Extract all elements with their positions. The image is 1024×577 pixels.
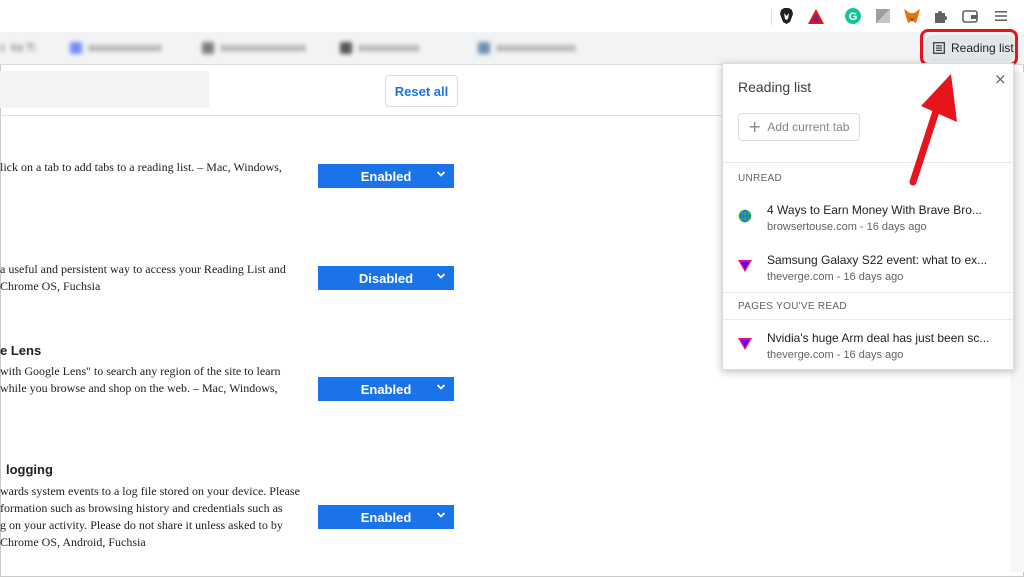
flag-description: wards system events to a log file stored…: [0, 483, 300, 551]
chevron-down-icon: [436, 384, 446, 390]
flag-title: e Lens: [0, 343, 42, 358]
flag-select-value: Enabled: [360, 168, 412, 184]
bookmarks-bar: c ka Ti aaaaaaaaaaaa aaaaaaaaaaaaaa aaaaa…: [0, 32, 1024, 65]
flag-select-value: Enabled: [360, 509, 412, 525]
flag-select[interactable]: Enabled: [318, 505, 454, 529]
flag-description-line: with Google Lens" to search any region o…: [0, 364, 281, 378]
svg-text:G: G: [849, 11, 858, 23]
flag-select-value: Disabled: [358, 270, 414, 286]
reading-list-item[interactable]: Samsung Galaxy S22 event: what to ex... …: [723, 247, 1013, 291]
flag-description-line: wards system events to a log file stored…: [0, 484, 300, 498]
flag-select-value: Enabled: [360, 381, 412, 397]
bookmark-item[interactable]: aaaaaaaaaa: [340, 42, 419, 54]
metamask-fox-icon[interactable]: [904, 8, 920, 24]
panel-divider: [723, 292, 1013, 293]
add-current-tab-label: Add current tab: [767, 120, 850, 134]
annotation-arrow-icon: [909, 74, 957, 186]
flag-description-line: while you browse and shop on the web. – …: [0, 381, 278, 395]
read-heading: PAGES YOU'VE READ: [738, 301, 847, 312]
flag-title: logging: [6, 462, 53, 477]
flag-description: a useful and persistent way to access yo…: [0, 261, 286, 295]
plus-icon: +: [748, 117, 762, 136]
flag-description-line: Chrome OS, Fuchsia: [0, 279, 101, 293]
item-title: Nvidia's huge Arm deal has just been sc.…: [767, 331, 990, 345]
bookmark-item[interactable]: aaaaaaaaaaaaa: [478, 42, 576, 54]
bookmark-item[interactable]: c ka Ti: [0, 42, 35, 54]
flag-description: with Google Lens" to search any region o…: [0, 363, 280, 397]
toolbar-separator: [771, 9, 772, 25]
bookmark-item[interactable]: aaaaaaaaaaaaaa: [202, 42, 306, 54]
unread-heading: UNREAD: [738, 173, 783, 184]
flag-description-line: formation such as browsing history and c…: [0, 501, 283, 515]
item-source: browsertouse.com - 16 days ago: [767, 221, 927, 233]
extension-gray-icon[interactable]: [875, 8, 891, 24]
item-source: theverge.com - 16 days ago: [767, 349, 904, 361]
verge-icon: [738, 338, 752, 350]
flag-description: lick on a tab to add tabs to a reading l…: [0, 159, 282, 176]
browser-toolbar: G: [0, 0, 1024, 32]
bookmark-item[interactable]: aaaaaaaaaaaa: [70, 42, 161, 54]
reset-all-button[interactable]: Reset all: [385, 75, 458, 107]
wallet-icon[interactable]: [962, 8, 978, 24]
flag-description-line: g on your activity. Please do not share …: [0, 518, 283, 532]
panel-divider: [723, 319, 1013, 320]
verge-icon: [738, 260, 752, 272]
flags-search-input[interactable]: [0, 71, 209, 108]
menu-icon[interactable]: [993, 8, 1009, 24]
brave-rewards-icon[interactable]: [808, 8, 824, 24]
extensions-puzzle-icon[interactable]: [933, 8, 949, 24]
item-source: theverge.com - 16 days ago: [767, 271, 904, 283]
flag-select[interactable]: Enabled: [318, 164, 454, 188]
chevron-down-icon: [436, 512, 446, 518]
flag-description-line: Chrome OS, Android, Fuchsia: [0, 535, 146, 549]
flag-select[interactable]: Disabled: [318, 266, 454, 290]
item-title: 4 Ways to Earn Money With Brave Bro...: [767, 203, 982, 217]
flag-description-line: lick on a tab to add tabs to a reading l…: [0, 160, 282, 174]
chevron-down-icon: [436, 171, 446, 177]
flag-description-line: a useful and persistent way to access yo…: [0, 262, 286, 276]
item-title: Samsung Galaxy S22 event: what to ex...: [767, 253, 988, 267]
add-current-tab-button[interactable]: + Add current tab: [738, 113, 860, 141]
reading-list-item[interactable]: Nvidia's huge Arm deal has just been sc.…: [723, 325, 1013, 369]
chevron-down-icon: [436, 273, 446, 279]
brave-lion-icon[interactable]: [778, 8, 794, 24]
reading-list-item[interactable]: 4 Ways to Earn Money With Brave Bro... b…: [723, 197, 1013, 241]
close-icon[interactable]: ×: [994, 70, 1007, 88]
flag-select[interactable]: Enabled: [318, 377, 454, 401]
reading-list-title: Reading list: [738, 79, 812, 95]
grammarly-icon[interactable]: G: [845, 8, 861, 24]
globe-icon: [738, 209, 752, 223]
highlight-ring: [920, 29, 1018, 66]
